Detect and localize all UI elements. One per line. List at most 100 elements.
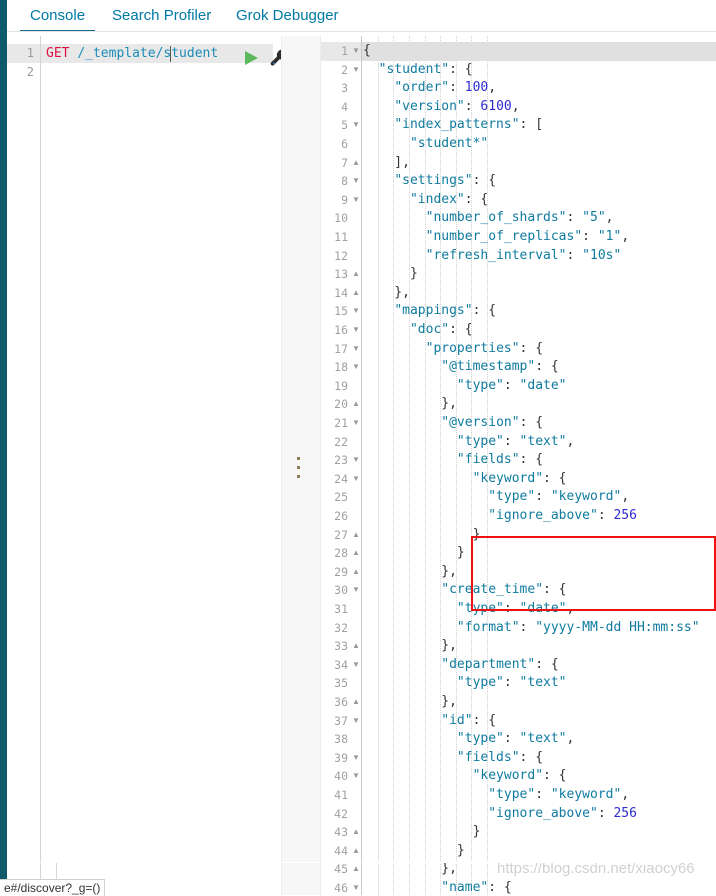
tab-grok-debugger[interactable]: Grok Debugger (226, 0, 349, 32)
response-line-text: "id": { (441, 712, 497, 728)
response-line-text: "type": "keyword", (488, 489, 630, 505)
response-line-number: 34 (334, 657, 348, 672)
fold-collapse-icon[interactable]: ▼ (351, 879, 361, 895)
fold-expand-icon[interactable]: ▲ (351, 284, 361, 303)
response-code-line: 32 "format": "yyyy-MM-dd HH:mm:ss" (321, 619, 716, 638)
fold-collapse-icon[interactable]: ▼ (351, 340, 361, 359)
response-code-line: 38 "type": "text", (321, 730, 716, 749)
fold-expand-icon[interactable]: ▲ (351, 823, 361, 842)
fold-collapse-icon[interactable]: ▼ (351, 191, 361, 210)
response-line-text: "type": "keyword", (488, 787, 630, 802)
tab-bar-divider (7, 31, 716, 32)
fold-expand-icon[interactable]: ▲ (351, 637, 361, 656)
play-icon[interactable] (241, 48, 263, 68)
response-code-line: 8 ▼ "settings": { (321, 172, 716, 191)
request-line-content: GET /_template/student (46, 44, 218, 63)
response-code-line: 42 "ignore_above": 256 (321, 805, 716, 824)
tab-bar: Console Search Profiler Grok Debugger (7, 0, 716, 32)
response-code-line: 5 ▼ "index_patterns": [ (321, 116, 716, 135)
splitter-grip-icon[interactable] (297, 457, 301, 481)
tab-search-profiler[interactable]: Search Profiler (102, 0, 221, 32)
response-line-text: "keyword": { (472, 768, 567, 784)
response-code-line: 3 "order": 100, (321, 79, 716, 98)
tab-console[interactable]: Console (20, 0, 96, 32)
fold-collapse-icon[interactable]: ▼ (351, 470, 361, 489)
fold-expand-icon[interactable]: ▲ (351, 154, 361, 173)
fold-collapse-icon[interactable]: ▼ (351, 302, 361, 321)
grip-dot (297, 466, 300, 469)
fold-collapse-icon[interactable]: ▼ (351, 712, 361, 731)
fold-collapse-icon[interactable]: ▼ (351, 42, 361, 61)
response-code-line: 21 ▼ "@version": { (321, 414, 716, 433)
response-code-line: 30 ▼ "create_time": { (321, 581, 716, 600)
fold-expand-icon[interactable]: ▲ (351, 860, 361, 879)
response-code-line: 12 "refresh_interval": "10s" (321, 247, 716, 266)
response-line-number: 12 (334, 248, 348, 263)
response-line-number: 25 (334, 490, 348, 505)
fold-expand-icon[interactable]: ▲ (351, 265, 361, 284)
response-line-number: 32 (334, 620, 348, 635)
response-line-text: "index": { (409, 191, 489, 207)
pane-splitter[interactable] (281, 36, 321, 895)
tab-grok-debugger-label: Grok Debugger (236, 7, 339, 24)
response-line-number: 28 (334, 546, 348, 561)
response-code-line: 24 ▼ "keyword": { (321, 470, 716, 489)
response-line-text: "type": "date", (456, 601, 575, 616)
fold-expand-icon[interactable]: ▲ (351, 544, 361, 563)
response-line-text: }, (363, 638, 457, 654)
request-path: /_template/student (77, 46, 219, 61)
response-code-line: 26 "ignore_above": 256 (321, 507, 716, 526)
response-line-text: "student": { (378, 61, 473, 77)
response-line-text: "type": "text" (456, 675, 567, 691)
fold-collapse-icon[interactable]: ▼ (351, 414, 361, 433)
response-line-text: "fields": { (456, 749, 544, 765)
response-code-line: 25 "type": "keyword", (321, 488, 716, 507)
fold-expand-icon[interactable]: ▲ (351, 526, 361, 545)
response-code-line: 16 ▼ "doc": { (321, 321, 716, 340)
response-line-number: 29 (334, 564, 348, 579)
response-line-number: 8 (341, 174, 348, 189)
response-line-text: "fields": { (456, 452, 544, 468)
response-line-number: 9 (341, 192, 348, 207)
fold-expand-icon[interactable]: ▲ (351, 563, 361, 582)
fold-collapse-icon[interactable]: ▼ (351, 321, 361, 340)
response-line-text: } (363, 266, 418, 282)
fold-collapse-icon[interactable]: ▼ (351, 358, 361, 377)
response-line-text: "student*" (409, 136, 489, 151)
response-code-line: 43 ▲ } (321, 823, 716, 842)
response-line-number: 17 (334, 341, 348, 356)
request-code-line[interactable]: GET /_template/student (41, 44, 273, 63)
response-code-line: 41 "type": "keyword", (321, 786, 716, 805)
response-line-text: }, (363, 861, 457, 877)
response-line-text: "doc": { (409, 322, 473, 337)
play-icon-svg (245, 51, 258, 65)
fold-expand-icon[interactable]: ▲ (351, 842, 361, 861)
response-line-text: "number_of_shards": "5", (425, 210, 614, 226)
fold-collapse-icon[interactable]: ▼ (351, 451, 361, 470)
response-line-number: 20 (334, 397, 348, 412)
response-line-text: "number_of_replicas": "1", (425, 229, 630, 244)
fold-collapse-icon[interactable]: ▼ (351, 581, 361, 600)
response-line-number: 38 (334, 732, 348, 747)
fold-collapse-icon[interactable]: ▼ (351, 767, 361, 786)
response-line-number: 5 (341, 118, 348, 133)
fold-expand-icon[interactable]: ▲ (351, 395, 361, 414)
text-cursor (170, 46, 171, 62)
response-editor[interactable]: 1 ▼{2 ▼ "student": {3 "order": 100, 4 "vers… (321, 36, 716, 895)
response-code-line: 18 ▼ "@timestamp": { (321, 358, 716, 377)
fold-collapse-icon[interactable]: ▼ (351, 656, 361, 675)
response-line-number: 26 (334, 509, 348, 523)
response-code-line: 44 ▲ } (321, 842, 716, 861)
response-line-number: 41 (334, 788, 348, 802)
request-line-number: 1 (7, 44, 40, 63)
response-line-number: 39 (334, 750, 348, 765)
response-line-text: "type": "text", (456, 731, 575, 747)
fold-collapse-icon[interactable]: ▼ (351, 172, 361, 191)
fold-collapse-icon[interactable]: ▼ (351, 61, 361, 80)
fold-collapse-icon[interactable]: ▼ (351, 116, 361, 135)
fold-collapse-icon[interactable]: ▼ (351, 749, 361, 768)
response-line-number: 14 (334, 285, 348, 300)
response-line-number: 31 (334, 602, 348, 616)
request-editor[interactable]: 1 2 GET /_template/student (7, 36, 281, 895)
fold-expand-icon[interactable]: ▲ (351, 693, 361, 712)
